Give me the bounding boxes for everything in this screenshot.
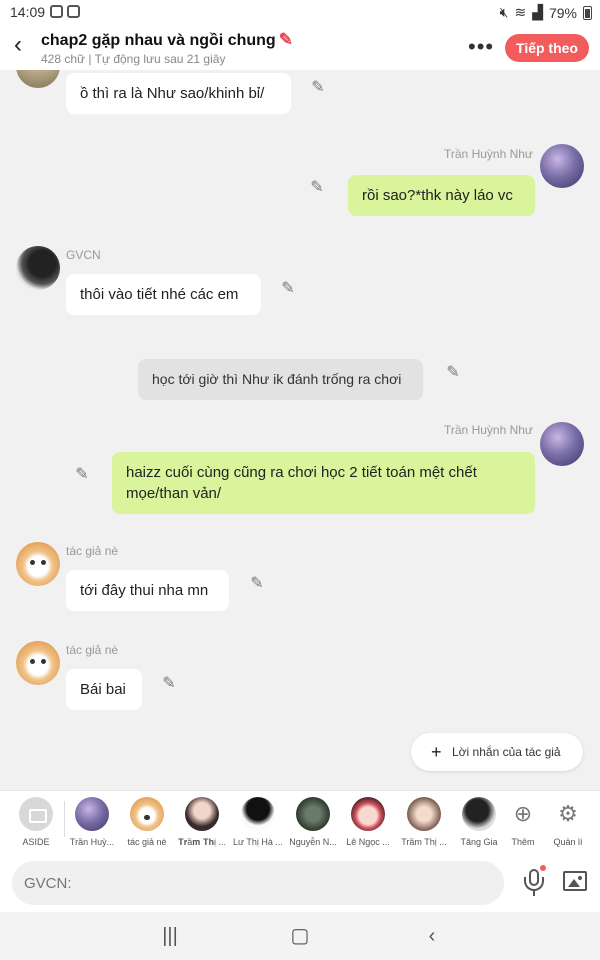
avatar — [241, 797, 275, 831]
sender-name: tác giả nè — [66, 643, 119, 657]
edit-message-icon[interactable]: ✎ — [443, 363, 463, 383]
system-nav-bar: ||| ▢ ‹ — [0, 912, 600, 960]
divider — [64, 801, 65, 837]
character-item[interactable]: Lê Ngọc ... — [342, 797, 394, 847]
character-name: Trầm Thị ... — [401, 837, 447, 847]
edit-message-icon[interactable]: ✎ — [72, 465, 92, 485]
author-note-button[interactable]: + Lời nhắn của tác giả — [411, 733, 583, 771]
word-count-autosave: 428 chữ | Tự động lưu sau 21 giây — [41, 52, 226, 66]
avatar — [130, 797, 164, 831]
manage-button[interactable]: ⚙ Quản lí — [542, 797, 594, 847]
character-name: tác giả nè — [127, 837, 167, 847]
edit-message-icon[interactable]: ✎ — [247, 574, 267, 594]
story-title-text: chap2 gặp nhau và ngồi chung — [41, 32, 276, 49]
avatar[interactable] — [540, 422, 584, 466]
edit-pencil-icon[interactable]: ✎ — [279, 30, 293, 49]
home-icon[interactable]: ▢ — [286, 922, 314, 950]
recent-apps-icon[interactable]: ||| — [156, 922, 184, 950]
next-button[interactable]: Tiếp theo — [505, 34, 589, 62]
edit-message-icon[interactable]: ✎ — [308, 78, 328, 98]
mute-icon: 🔇︎ — [499, 4, 509, 20]
signal-icon: ▟ — [532, 4, 543, 20]
avatar — [75, 797, 109, 831]
character-name: Lư Thị Hà ... — [233, 837, 283, 847]
aside-icon — [19, 797, 53, 831]
edit-message-icon[interactable]: ✎ — [159, 674, 179, 694]
sender-name: GVCN — [66, 248, 101, 262]
input-bar — [0, 855, 600, 912]
sender-name: tác giả nè — [66, 544, 119, 558]
avatar[interactable] — [540, 144, 584, 188]
author-note-label: Lời nhắn của tác giả — [452, 745, 561, 759]
message-bubble[interactable]: rồi sao?*thk này láo vc — [348, 175, 535, 216]
microphone-icon[interactable] — [522, 865, 546, 897]
manage-label: Quản lí — [553, 837, 583, 847]
message-bubble[interactable]: thôi vào tiết nhé các em — [66, 274, 261, 315]
sender-name: Trần Huỳnh Như — [444, 147, 533, 161]
chat-area[interactable]: ồ thì ra là Như sao/khinh bỉ/ ✎ Trần Huỳ… — [0, 70, 600, 790]
more-options-icon[interactable]: ••• — [468, 34, 494, 60]
avatar — [462, 797, 496, 831]
edit-message-icon[interactable]: ✎ — [278, 279, 298, 299]
message-bubble[interactable]: Bái bai — [66, 669, 142, 710]
sender-name: Trần Huỳnh Như — [444, 423, 533, 437]
character-item[interactable]: Lư Thị Hà ... — [232, 797, 284, 847]
avatar[interactable] — [16, 641, 60, 685]
character-item[interactable]: 𝐓𝐫ầ𝐦 𝐓𝐡ị ... — [176, 797, 228, 848]
add-circle-icon: ⊕ — [513, 801, 533, 826]
avatar[interactable] — [16, 246, 60, 290]
character-name: 𝐓𝐫ầ𝐦 𝐓𝐡ị ... — [177, 837, 227, 847]
character-item[interactable]: tác giả nè — [121, 797, 173, 847]
status-bar: 14:09 🔇︎ ≋ ▟ 79% — [0, 0, 600, 24]
avatar[interactable] — [16, 70, 60, 88]
gear-icon: ⚙ — [558, 801, 578, 826]
message-bubble[interactable]: haizz cuối cùng cũng ra chơi học 2 tiết … — [112, 452, 535, 514]
image-icon[interactable] — [563, 871, 587, 891]
character-name: Trần Huỳ... — [69, 837, 115, 847]
character-name: Nguyễn N... — [289, 837, 337, 847]
avatar — [351, 797, 385, 831]
recording-dot — [540, 865, 546, 871]
avatar — [407, 797, 441, 831]
narration-bubble[interactable]: học tới giờ thì Như ik đánh trống ra chơ… — [138, 359, 423, 400]
character-item[interactable]: Nguyễn N... — [287, 797, 339, 847]
notification-icon — [67, 5, 80, 18]
avatar — [185, 797, 219, 831]
character-item[interactable]: Trầm Thị ... — [398, 797, 450, 847]
wifi-icon: ≋ — [514, 4, 527, 20]
message-bubble[interactable]: tới đây thui nha mn — [66, 570, 229, 611]
instagram-icon — [50, 5, 63, 18]
message-input[interactable] — [12, 861, 504, 905]
app-header: ‹ chap2 gặp nhau và ngồi chung ✎ 428 chữ … — [0, 24, 600, 70]
battery-icon — [583, 5, 592, 20]
character-aside[interactable]: ASIDE — [10, 797, 62, 847]
avatar — [296, 797, 330, 831]
status-time: 14:09 — [10, 4, 46, 20]
character-name: Lê Ngọc ... — [346, 837, 390, 847]
message-bubble[interactable]: ồ thì ra là Như sao/khinh bỉ/ — [66, 73, 291, 114]
back-arrow-icon[interactable]: ‹ — [8, 33, 28, 57]
avatar[interactable] — [16, 542, 60, 586]
character-bar: ASIDE Trần Huỳ... tác giả nè 𝐓𝐫ầ𝐦 𝐓𝐡ị ..… — [0, 790, 600, 855]
plus-icon: + — [431, 742, 442, 762]
character-name: ASIDE — [22, 837, 50, 847]
battery-percent: 79% — [548, 4, 577, 21]
character-item[interactable]: Trần Huỳ... — [66, 797, 118, 847]
back-icon[interactable]: ‹ — [418, 922, 446, 950]
story-title[interactable]: chap2 gặp nhau và ngồi chung ✎ — [41, 30, 293, 50]
edit-message-icon[interactable]: ✎ — [307, 178, 327, 198]
